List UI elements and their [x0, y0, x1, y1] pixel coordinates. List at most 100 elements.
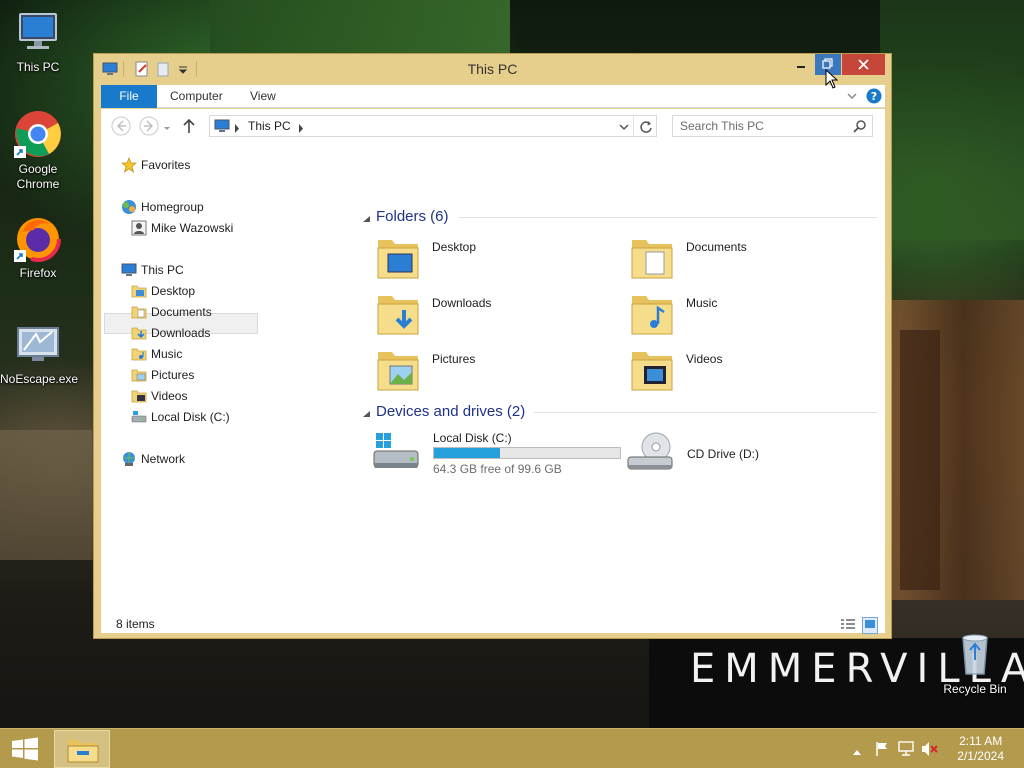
desktop-icon-label: Firefox	[19, 266, 57, 280]
devices-group-header[interactable]: Devices and drives (2)	[376, 402, 525, 422]
address-box[interactable]: This PC	[209, 115, 657, 137]
back-button[interactable]	[111, 116, 131, 139]
documents-folder-icon	[628, 234, 676, 282]
tab-computer[interactable]: Computer	[170, 85, 223, 108]
forward-button[interactable]	[139, 116, 159, 139]
background-block	[880, 0, 1024, 240]
folder-tile-music[interactable]: Music	[628, 290, 858, 342]
local-disk-icon	[372, 429, 420, 477]
background-block	[900, 330, 940, 590]
recent-locations-icon[interactable]	[163, 122, 171, 136]
window-title: This PC	[467, 61, 518, 77]
taskbar: 2:11 AM 2/1/2024	[0, 728, 1024, 768]
minimize-icon	[797, 66, 805, 68]
music-folder-icon	[628, 290, 676, 338]
drive-tile-local-disk[interactable]: Local Disk (C:) 64.3 GB free of 99.6 GB	[372, 429, 621, 481]
file-explorer-icon	[67, 740, 99, 763]
this-pc-small-icon	[214, 118, 230, 137]
desktop-icon-label: NoEscape.exe	[0, 372, 79, 386]
folders-group-header[interactable]: Folders (6)	[376, 207, 449, 227]
item-count: 8 items	[116, 617, 155, 631]
desktop-icon-recycle-bin[interactable]: Recycle Bin	[936, 630, 1014, 697]
navigation-pane: Favorites Homegroup Mike Wazowski This P…	[101, 142, 261, 617]
windows-logo-icon	[12, 737, 38, 761]
downloads-folder-icon	[131, 325, 147, 341]
network-tray-icon[interactable]	[897, 741, 915, 760]
local-disk-icon	[131, 409, 147, 425]
tab-view[interactable]: View	[250, 85, 276, 108]
up-button[interactable]	[181, 117, 197, 138]
folder-tile-documents[interactable]: Documents	[628, 234, 858, 286]
recycle-bin-icon	[951, 630, 999, 678]
search-placeholder: Search This PC	[680, 119, 764, 133]
star-icon	[120, 156, 138, 173]
network-icon	[121, 451, 137, 467]
folder-tile-desktop[interactable]: Desktop	[374, 234, 604, 286]
downloads-folder-icon	[374, 290, 422, 338]
volume-muted-icon[interactable]	[921, 741, 939, 760]
breadcrumb-this-pc[interactable]: This PC	[248, 119, 291, 133]
videos-folder-icon	[131, 388, 147, 404]
minimize-button[interactable]	[790, 54, 812, 75]
close-button[interactable]	[842, 54, 885, 75]
address-dropdown-icon[interactable]	[618, 121, 630, 136]
homegroup-icon	[121, 199, 137, 215]
background-block	[210, 0, 510, 56]
collapse-group-icon[interactable]	[362, 213, 371, 227]
folder-tile-downloads[interactable]: Downloads	[374, 290, 604, 342]
desktop-icon-noescape[interactable]: NoEscape.exe	[0, 320, 79, 387]
desktop-icon-firefox[interactable]: Firefox	[0, 214, 76, 281]
refresh-button[interactable]	[638, 119, 654, 138]
content-area: Favorites Homegroup Mike Wazowski This P…	[101, 142, 885, 617]
this-pc-icon	[121, 262, 137, 278]
details-view-icon[interactable]	[840, 617, 856, 634]
monitor-icon	[14, 8, 62, 56]
desktop-icon-label: Google Chrome	[16, 162, 60, 191]
action-center-flag-icon[interactable]	[874, 741, 890, 760]
desktop-folder-icon	[374, 234, 422, 282]
breadcrumb-chevron-icon[interactable]	[298, 122, 304, 136]
application-icon	[14, 320, 62, 368]
drive-usage-fill	[434, 448, 500, 458]
drive-free-text: 64.3 GB free of 99.6 GB	[433, 462, 562, 476]
desktop-folder-icon	[131, 283, 147, 299]
desktop-icon-this-pc[interactable]: This PC	[0, 8, 76, 75]
collapse-group-icon[interactable]	[362, 408, 371, 422]
expand-ribbon-icon[interactable]	[846, 90, 858, 105]
large-icons-view-icon[interactable]	[862, 617, 878, 634]
clock-date: 2/1/2024	[957, 749, 1004, 763]
mouse-cursor-icon	[825, 68, 839, 92]
back-arrow-icon	[111, 116, 131, 136]
forward-arrow-icon	[139, 116, 159, 136]
firefox-icon	[14, 214, 62, 262]
desktop-icon-google-chrome[interactable]: Google Chrome	[0, 110, 76, 192]
videos-folder-icon	[628, 346, 676, 394]
refresh-icon	[640, 121, 652, 133]
tab-file[interactable]: File	[101, 85, 157, 108]
start-button[interactable]	[11, 737, 39, 764]
desktop-icon-label: Recycle Bin	[943, 682, 1007, 696]
folder-tile-pictures[interactable]: Pictures	[374, 346, 604, 398]
svg-text:?: ?	[871, 90, 877, 103]
group-divider	[459, 217, 877, 218]
taskbar-clock[interactable]: 2:11 AM 2/1/2024	[957, 734, 1004, 764]
drive-usage-bar	[433, 447, 621, 459]
breadcrumb-chevron-icon[interactable]	[234, 122, 240, 136]
up-arrow-icon	[183, 118, 195, 133]
address-bar-row: This PC Search This PC	[101, 109, 885, 142]
status-bar: 8 items	[101, 617, 885, 634]
search-icon[interactable]	[853, 119, 867, 136]
search-input[interactable]: Search This PC	[672, 115, 873, 137]
ribbon-tabs: File Computer View ?	[101, 85, 885, 108]
folder-tile-videos[interactable]: Videos	[628, 346, 858, 398]
show-hidden-icons-icon[interactable]	[852, 745, 862, 759]
pictures-folder-icon	[131, 367, 147, 383]
group-divider	[534, 412, 877, 413]
close-icon	[858, 59, 869, 70]
drive-tile-cd-drive[interactable]: CD Drive (D:)	[626, 429, 826, 481]
chrome-icon	[14, 110, 62, 158]
user-icon	[131, 220, 147, 236]
help-icon[interactable]: ?	[866, 88, 882, 107]
taskbar-file-explorer[interactable]	[54, 730, 110, 768]
title-bar[interactable]: This PC	[94, 54, 891, 84]
